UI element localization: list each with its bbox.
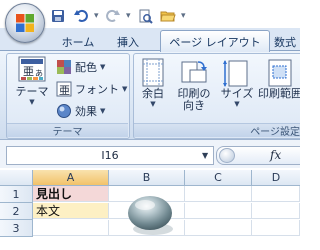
print-area-icon	[268, 59, 292, 87]
svg-text:亜: 亜	[23, 65, 34, 78]
effects-label: 効果	[75, 105, 97, 118]
orientation-label-2: 向き	[183, 99, 205, 112]
cell-d2[interactable]	[252, 203, 300, 219]
undo-icon[interactable]	[71, 6, 91, 26]
effects-icon	[57, 104, 71, 118]
themes-label: テーマ	[15, 85, 49, 98]
tab-formulas[interactable]: 数式	[274, 33, 300, 50]
tab-home[interactable]: ホーム	[54, 33, 102, 50]
size-dropdown-icon: ▼	[234, 100, 240, 108]
size-label: サイズ	[220, 87, 254, 100]
quick-access-toolbar: ▾ ▾ ▾	[48, 5, 187, 27]
orb-shape-icon[interactable]	[124, 192, 176, 238]
themes-button[interactable]: 亜 あ テーマ ▼	[10, 56, 54, 106]
print-preview-icon[interactable]	[135, 6, 155, 26]
size-icon	[223, 60, 248, 87]
size-button[interactable]: サイズ ▼	[219, 58, 255, 108]
office-button[interactable]	[5, 3, 45, 43]
row-header-2[interactable]: 2	[0, 203, 33, 220]
column-header-b[interactable]: B	[109, 170, 185, 186]
office-logo-icon	[16, 14, 34, 32]
themes-icon: 亜 あ	[18, 56, 46, 82]
cell-c1[interactable]	[185, 186, 252, 202]
margins-icon	[142, 58, 164, 87]
effects-dropdown-icon: ▼	[100, 107, 106, 115]
save-icon[interactable]	[48, 6, 68, 26]
tab-insert[interactable]: 挿入	[108, 33, 148, 50]
colors-label: 配色	[75, 61, 97, 74]
insert-function-button[interactable]: fx	[270, 146, 281, 163]
undo-dropdown-icon[interactable]: ▾	[94, 11, 100, 21]
orientation-button[interactable]: 印刷の 向き	[174, 58, 214, 112]
redo-dropdown-icon[interactable]: ▾	[126, 11, 132, 21]
row-header-3[interactable]: 3	[0, 220, 33, 237]
fonts-icon: 亜	[56, 81, 72, 97]
cell-d3[interactable]	[252, 220, 300, 236]
open-folder-icon[interactable]	[158, 6, 178, 26]
customize-qat-icon[interactable]: ▾	[181, 11, 187, 21]
select-all-button[interactable]	[0, 170, 33, 186]
excel-window: ▾ ▾ ▾ ホーム 挿入 ページ レイアウト 数式 亜 あ テーマ ▼ 配色 ▼…	[0, 0, 300, 250]
name-box-dropdown-icon[interactable]: ▼	[202, 151, 208, 160]
cell-c3[interactable]	[185, 220, 252, 236]
print-area-label: 印刷範囲	[258, 87, 300, 100]
colors-button[interactable]: 配色 ▼	[56, 58, 105, 76]
margins-button[interactable]: 余白 ▼	[136, 58, 170, 108]
column-header-a[interactable]: A	[33, 170, 109, 186]
fonts-dropdown-icon: ▼	[122, 85, 128, 93]
cell-a3[interactable]	[33, 220, 109, 236]
themes-dropdown-icon: ▼	[29, 98, 35, 106]
colors-icon	[57, 60, 71, 74]
cell-a1[interactable]: 見出し	[33, 186, 109, 202]
column-header-d[interactable]: D	[252, 170, 300, 186]
row-header-1[interactable]: 1	[0, 186, 33, 203]
page-setup-group-label: ページ設定	[134, 123, 300, 138]
redo-icon[interactable]	[103, 6, 123, 26]
column-header-c[interactable]: C	[185, 170, 252, 186]
svg-text:亜: 亜	[59, 84, 70, 97]
orientation-icon	[181, 61, 207, 83]
cell-c2[interactable]	[185, 203, 252, 219]
fonts-label: フォント	[75, 83, 119, 96]
margins-label: 余白	[142, 87, 164, 100]
svg-text:あ: あ	[35, 69, 43, 78]
fonts-button[interactable]: 亜 フォント ▼	[56, 80, 127, 98]
cell-a2[interactable]: 本文	[33, 203, 109, 219]
margins-dropdown-icon: ▼	[150, 100, 156, 108]
tab-page-layout[interactable]: ページ レイアウト	[160, 30, 270, 52]
effects-button[interactable]: 効果 ▼	[56, 102, 105, 120]
name-box[interactable]: I16	[6, 146, 214, 165]
theme-group-label: テーマ	[7, 123, 128, 138]
cell-d1[interactable]	[252, 186, 300, 202]
print-area-button[interactable]: 印刷範囲	[258, 58, 300, 100]
formula-bar-expander-icon[interactable]	[219, 148, 235, 163]
colors-dropdown-icon: ▼	[100, 63, 106, 71]
